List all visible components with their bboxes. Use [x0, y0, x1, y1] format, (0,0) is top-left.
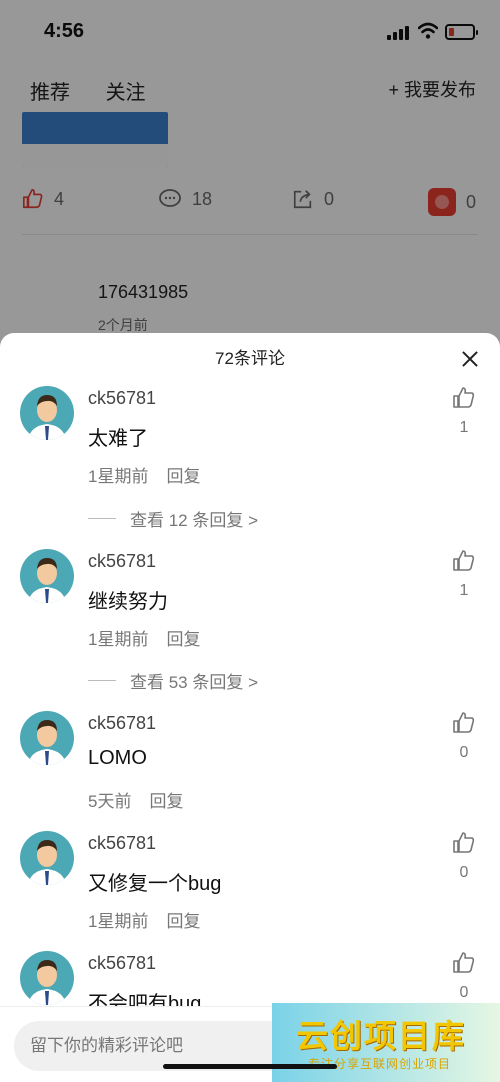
- sheet-title: 72条评论: [215, 349, 285, 368]
- watermark-title: 云创项目库: [296, 1018, 467, 1054]
- avatar[interactable]: [20, 951, 74, 1005]
- avatar[interactable]: [20, 549, 74, 603]
- comment-username[interactable]: ck56781: [88, 388, 156, 409]
- comment-username[interactable]: ck56781: [88, 713, 156, 734]
- comment-time: 5天前: [88, 792, 132, 811]
- avatar[interactable]: [20, 831, 74, 885]
- close-icon[interactable]: [458, 347, 482, 371]
- comment-time: 1星期前: [88, 912, 149, 931]
- reply-button[interactable]: 回复: [166, 630, 200, 649]
- avatar[interactable]: [20, 711, 74, 765]
- comment-meta: 1星期前 回复: [88, 462, 200, 487]
- thumbs-up-icon: [453, 387, 475, 408]
- comment-username[interactable]: ck56781: [88, 833, 156, 854]
- comment-text: LOMO: [88, 747, 147, 769]
- comment-text: 太难了: [88, 428, 148, 450]
- like-count: 1: [459, 419, 469, 436]
- view-replies-label: 查看 53 条回复 >: [130, 673, 259, 692]
- view-replies-button[interactable]: 查看 53 条回复 >: [88, 668, 258, 693]
- view-replies-label: 查看 12 条回复 >: [130, 511, 259, 530]
- avatar[interactable]: [20, 386, 74, 440]
- like-count: 0: [459, 744, 469, 761]
- view-replies-button[interactable]: 查看 12 条回复 >: [88, 506, 258, 531]
- thumbs-up-icon: [453, 550, 475, 571]
- comment-like[interactable]: 0: [450, 831, 478, 882]
- thumbs-up-icon: [453, 712, 475, 733]
- comment-meta: 5天前 回复: [88, 787, 183, 812]
- comment-like[interactable]: 1: [450, 386, 478, 437]
- comment-like[interactable]: 1: [450, 549, 478, 600]
- like-count: 0: [459, 984, 469, 1001]
- comment-text: 继续努力: [88, 591, 168, 613]
- comment-meta: 1星期前 回复: [88, 625, 200, 650]
- comment-text: 又修复一个bug: [88, 873, 222, 895]
- comment-username[interactable]: ck56781: [88, 551, 156, 572]
- like-count: 0: [459, 864, 469, 881]
- thumbs-up-icon: [453, 952, 475, 973]
- reply-button[interactable]: 回复: [166, 467, 200, 486]
- comment-like[interactable]: 0: [450, 951, 478, 1002]
- comment-time: 1星期前: [88, 630, 149, 649]
- watermark-logo: 云创项目库 专注分享互联网创业项目: [272, 1003, 500, 1082]
- reply-button[interactable]: 回复: [149, 792, 183, 811]
- comment-meta: 1星期前 回复: [88, 907, 200, 932]
- home-indicator[interactable]: [163, 1064, 337, 1069]
- like-count: 1: [459, 582, 469, 599]
- reply-button[interactable]: 回复: [166, 912, 200, 931]
- comment-username[interactable]: ck56781: [88, 953, 156, 974]
- comment-time: 1星期前: [88, 467, 149, 486]
- thumbs-up-icon: [453, 832, 475, 853]
- comment-sheet: 72条评论 ck56781 太难了 1星期前 回复 1 查看 12 条回复 > c…: [0, 333, 500, 1082]
- comment-like[interactable]: 0: [450, 711, 478, 762]
- sheet-header: 72条评论: [0, 333, 500, 385]
